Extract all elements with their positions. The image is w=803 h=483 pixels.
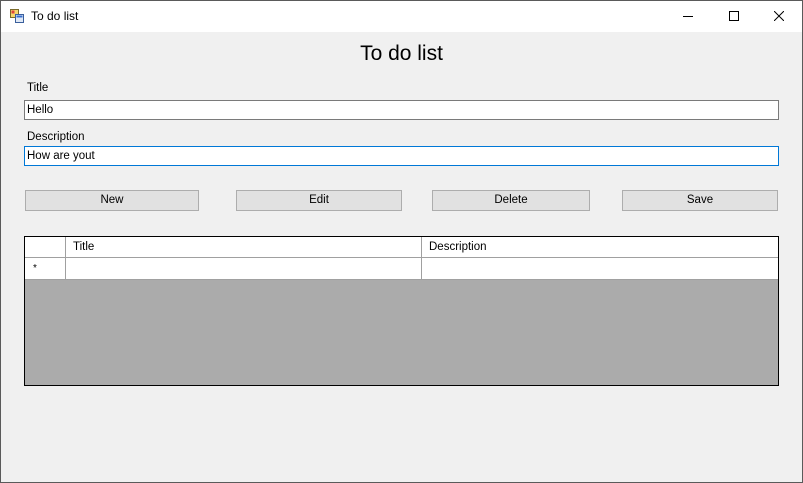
form-heading: To do list — [360, 42, 443, 65]
cell-description[interactable] — [422, 258, 778, 279]
column-header-description[interactable]: Description — [422, 237, 778, 257]
description-input[interactable] — [24, 146, 779, 166]
grid-corner-header[interactable] — [25, 237, 66, 257]
form-app-icon — [10, 9, 24, 23]
maximize-button[interactable] — [711, 1, 757, 31]
window-title: To do list — [31, 9, 79, 23]
column-header-title[interactable]: Title — [66, 237, 422, 257]
minimize-icon — [683, 16, 693, 17]
edit-button[interactable]: Edit — [236, 190, 402, 211]
minimize-button[interactable] — [665, 1, 711, 31]
new-row-marker[interactable]: * — [25, 258, 66, 279]
grid-header-row: Title Description — [25, 237, 778, 258]
title-label: Title — [27, 82, 49, 94]
description-label: Description — [27, 131, 85, 143]
cell-title[interactable] — [66, 258, 422, 279]
grid-new-row[interactable]: * — [25, 258, 778, 280]
todo-data-grid[interactable]: Title Description * — [24, 236, 779, 386]
save-button[interactable]: Save — [622, 190, 778, 211]
maximize-icon — [729, 11, 739, 21]
delete-button[interactable]: Delete — [432, 190, 590, 211]
new-button[interactable]: New — [25, 190, 199, 211]
close-button[interactable] — [756, 1, 802, 31]
app-window: To do list To do list Title Description … — [0, 0, 803, 483]
title-input[interactable] — [24, 100, 779, 120]
title-bar[interactable]: To do list — [1, 1, 802, 32]
close-icon — [774, 11, 784, 21]
